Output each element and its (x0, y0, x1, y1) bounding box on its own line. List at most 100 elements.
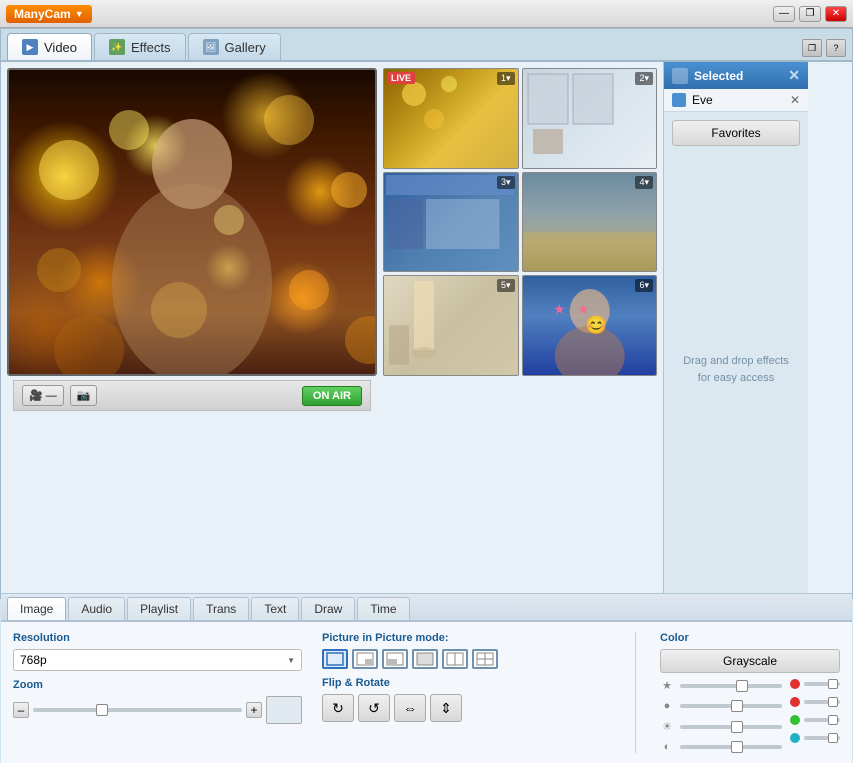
thumbnail-1[interactable]: LIVE 1▾ (383, 68, 519, 169)
right-sliders-col (790, 679, 840, 753)
minimize-button[interactable]: — (773, 6, 795, 22)
window-btn-2[interactable]: ? (826, 39, 846, 57)
app-title[interactable]: ManyCam ▼ (6, 5, 92, 23)
pip-grid-button[interactable] (472, 649, 498, 669)
window-btn-1[interactable]: ❐ (802, 39, 822, 57)
selected-item-icon (672, 93, 686, 107)
pip-corner-small-button[interactable] (352, 649, 378, 669)
video-grid: 🎥 — 📷 ON AIR (1, 62, 663, 382)
pip-split-h-button[interactable] (442, 649, 468, 669)
tab-text[interactable]: Text (251, 597, 299, 620)
close-selected-button[interactable]: ✕ (788, 67, 800, 84)
tab-image[interactable]: Image (7, 597, 66, 620)
tab-draw[interactable]: Draw (301, 597, 355, 620)
cyan-thumb[interactable] (828, 733, 838, 743)
pip-fullscreen-button[interactable] (412, 649, 438, 669)
selected-item-label: Eve (692, 93, 713, 107)
thumb-5-num: 5▾ (497, 279, 515, 292)
thumb-4-num: 4▾ (635, 176, 653, 189)
resolution-dropdown[interactable]: 768p ▼ (13, 649, 302, 671)
dropdown-arrow-icon: ▼ (75, 9, 84, 19)
zoom-preview (266, 696, 302, 724)
main-video[interactable] (7, 68, 377, 376)
zoom-slider-track[interactable] (33, 708, 242, 712)
pip-single-button[interactable] (322, 649, 348, 669)
settings-divider (635, 632, 636, 753)
pip-corner-large-button[interactable] (382, 649, 408, 669)
tab-video[interactable]: ▶ Video (7, 33, 92, 60)
tab-effects[interactable]: ✨ Effects (94, 33, 186, 60)
contrast-slider[interactable] (680, 704, 782, 708)
color-sliders: ★ ● (660, 679, 840, 753)
green-thumb[interactable] (828, 715, 838, 725)
thumbnail-4[interactable]: 4▾ (522, 172, 658, 273)
camera-button[interactable]: 🎥 — (22, 385, 64, 406)
tab-trans[interactable]: Trans (193, 597, 249, 620)
tab-audio[interactable]: Audio (68, 597, 125, 620)
drag-drop-area: Drag and drop effects for easy access (664, 146, 808, 593)
grayscale-button[interactable]: Grayscale (660, 649, 840, 673)
red-thumb[interactable] (828, 679, 838, 689)
right-panel: Selected ✕ Eve ✕ Favorites Drag and drop… (663, 62, 808, 593)
hue-slider[interactable] (680, 745, 782, 749)
saturation-slider[interactable] (680, 725, 782, 729)
title-bar: ManyCam ▼ — ❐ ✕ (0, 0, 853, 28)
color-slider-brightness: ★ (660, 679, 782, 692)
tab-playlist-label: Playlist (140, 602, 178, 616)
brightness-slider[interactable] (680, 684, 782, 688)
tab-effects-label: Effects (131, 40, 171, 55)
green-slider[interactable] (804, 718, 840, 722)
brightness-thumb[interactable] (736, 680, 748, 692)
rotate-cw-button[interactable]: ↻ (322, 694, 354, 722)
hue-icon: ◐ (660, 741, 674, 753)
red2-slider[interactable] (804, 700, 840, 704)
restore-button[interactable]: ❐ (799, 6, 821, 22)
color-slider-saturation: ☀ (660, 720, 782, 733)
selected-item-close-button[interactable]: ✕ (790, 93, 800, 107)
app-name: ManyCam (14, 7, 71, 21)
content-area: 🎥 — 📷 ON AIR (1, 62, 852, 593)
contrast-thumb[interactable] (731, 700, 743, 712)
on-air-button[interactable]: ON AIR (302, 386, 362, 406)
hue-thumb[interactable] (731, 741, 743, 753)
thumbnail-3[interactable]: 3▾ (383, 172, 519, 273)
snapshot-icon: 📷 (77, 389, 91, 402)
color-slider-hue: ◐ (660, 741, 782, 753)
flip-v-button[interactable]: ⇕ (430, 694, 462, 722)
red2-thumb[interactable] (828, 697, 838, 707)
tab-text-label: Text (264, 602, 286, 616)
tab-playlist[interactable]: Playlist (127, 597, 191, 620)
snapshot-button[interactable]: 📷 (70, 385, 98, 406)
flip-h-button[interactable]: ⇔ (394, 694, 426, 722)
title-bar-left: ManyCam ▼ (6, 5, 92, 23)
tab-time[interactable]: Time (357, 597, 409, 620)
saturation-thumb[interactable] (731, 721, 743, 733)
tab-audio-label: Audio (81, 602, 112, 616)
thumb-3-num: 3▾ (497, 176, 515, 189)
pip-split-h-icon (446, 652, 464, 666)
zoom-minus-button[interactable]: – (13, 702, 29, 718)
gallery-tab-icon: 🖼 (203, 39, 219, 55)
green-dot (790, 715, 800, 725)
pip-grid-icon (476, 652, 494, 666)
thumb-6-num: 6▾ (635, 279, 653, 292)
zoom-slider-thumb[interactable] (96, 704, 108, 716)
video-controls-bar: 🎥 — 📷 ON AIR (13, 380, 371, 411)
pip-options (322, 649, 611, 669)
close-button[interactable]: ✕ (825, 6, 847, 22)
settings-panel: Resolution 768p ▼ Zoom – + (1, 622, 852, 763)
thumbnail-2[interactable]: 2▾ (522, 68, 658, 169)
zoom-plus-button[interactable]: + (246, 702, 262, 718)
red-slider[interactable] (804, 682, 840, 686)
tab-gallery[interactable]: 🖼 Gallery (188, 33, 281, 60)
cyan-slider[interactable] (804, 736, 840, 740)
thumbnail-6[interactable]: ★ ★ 😊 6▾ (522, 275, 658, 376)
resolution-arrow-icon: ▼ (287, 656, 295, 665)
tab-image-label: Image (20, 602, 53, 616)
thumbnail-5[interactable]: 5▾ (383, 275, 519, 376)
main-container: ▶ Video ✨ Effects 🖼 Gallery ❐ ? (0, 28, 853, 599)
red-dot (790, 679, 800, 689)
camera-dash-icon: — (46, 390, 57, 402)
favorites-button[interactable]: Favorites (672, 120, 800, 146)
rotate-ccw-button[interactable]: ↺ (358, 694, 390, 722)
